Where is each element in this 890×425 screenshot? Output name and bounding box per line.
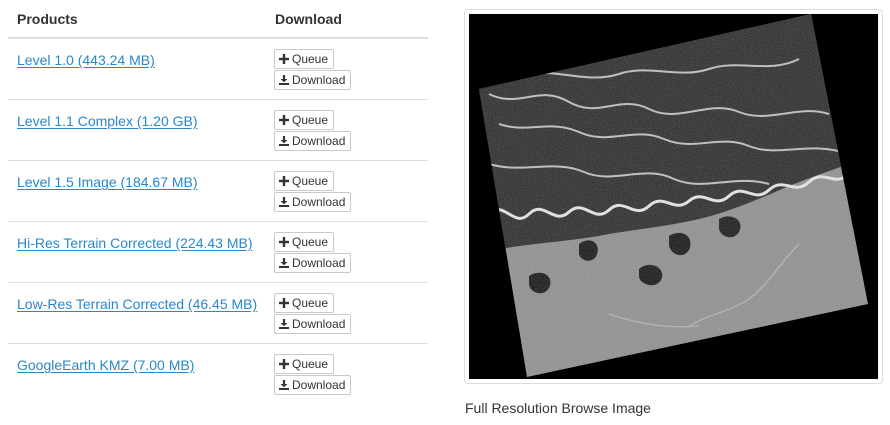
download-icon	[279, 319, 289, 329]
table-header: Products Download	[8, 0, 428, 39]
queue-button[interactable]: Queue	[274, 354, 335, 374]
queue-label: Queue	[292, 52, 329, 66]
plus-icon	[279, 54, 289, 64]
download-button[interactable]: Download	[274, 192, 352, 212]
download-button[interactable]: Download	[274, 375, 352, 395]
product-link-low-res-terrain-corrected[interactable]: Low-Res Terrain Corrected (46.45 MB)	[17, 294, 262, 314]
browse-image[interactable]	[469, 14, 878, 379]
plus-icon	[279, 359, 289, 369]
queue-label: Queue	[292, 174, 329, 188]
download-icon	[279, 75, 289, 85]
queue-label: Queue	[292, 113, 329, 127]
plus-icon	[279, 176, 289, 186]
download-label: Download	[292, 256, 346, 270]
table-row: Level 1.0 (443.24 MB) Queue Download	[8, 39, 428, 100]
browse-image-frame[interactable]	[464, 9, 883, 384]
download-button[interactable]: Download	[274, 314, 352, 334]
download-icon	[279, 380, 289, 390]
queue-label: Queue	[292, 235, 329, 249]
download-label: Download	[292, 195, 346, 209]
plus-icon	[279, 237, 289, 247]
queue-button[interactable]: Queue	[274, 171, 335, 191]
product-link-googleearth-kmz[interactable]: GoogleEarth KMZ (7.00 MB)	[17, 355, 262, 375]
download-label: Download	[292, 378, 346, 392]
queue-label: Queue	[292, 357, 329, 371]
download-icon	[279, 136, 289, 146]
products-column-header: Products	[17, 11, 78, 27]
product-link-hi-res-terrain-corrected[interactable]: Hi-Res Terrain Corrected (224.43 MB)	[17, 233, 262, 253]
queue-button[interactable]: Queue	[274, 293, 335, 313]
download-button[interactable]: Download	[274, 70, 352, 90]
browse-image-caption: Full Resolution Browse Image	[465, 400, 651, 416]
download-label: Download	[292, 317, 346, 331]
download-icon	[279, 258, 289, 268]
queue-button[interactable]: Queue	[274, 110, 335, 130]
download-button[interactable]: Download	[274, 131, 352, 151]
plus-icon	[279, 298, 289, 308]
table-row: Level 1.5 Image (184.67 MB) Queue Downlo…	[8, 161, 428, 222]
queue-button[interactable]: Queue	[274, 49, 335, 69]
download-icon	[279, 197, 289, 207]
plus-icon	[279, 115, 289, 125]
product-link-level-1-1-complex[interactable]: Level 1.1 Complex (1.20 GB)	[17, 111, 262, 131]
download-label: Download	[292, 73, 346, 87]
queue-label: Queue	[292, 296, 329, 310]
products-table: Products Download Level 1.0 (443.24 MB) …	[8, 0, 428, 405]
download-button[interactable]: Download	[274, 253, 352, 273]
queue-button[interactable]: Queue	[274, 232, 335, 252]
product-link-level-1-5-image[interactable]: Level 1.5 Image (184.67 MB)	[17, 172, 262, 192]
table-row: Low-Res Terrain Corrected (46.45 MB) Que…	[8, 283, 428, 344]
download-label: Download	[292, 134, 346, 148]
table-row: Hi-Res Terrain Corrected (224.43 MB) Que…	[8, 222, 428, 283]
table-row: GoogleEarth KMZ (7.00 MB) Queue Download	[8, 344, 428, 405]
download-column-header: Download	[275, 11, 342, 27]
table-row: Level 1.1 Complex (1.20 GB) Queue Downlo…	[8, 100, 428, 161]
product-link-level-1-0[interactable]: Level 1.0 (443.24 MB)	[17, 50, 262, 70]
